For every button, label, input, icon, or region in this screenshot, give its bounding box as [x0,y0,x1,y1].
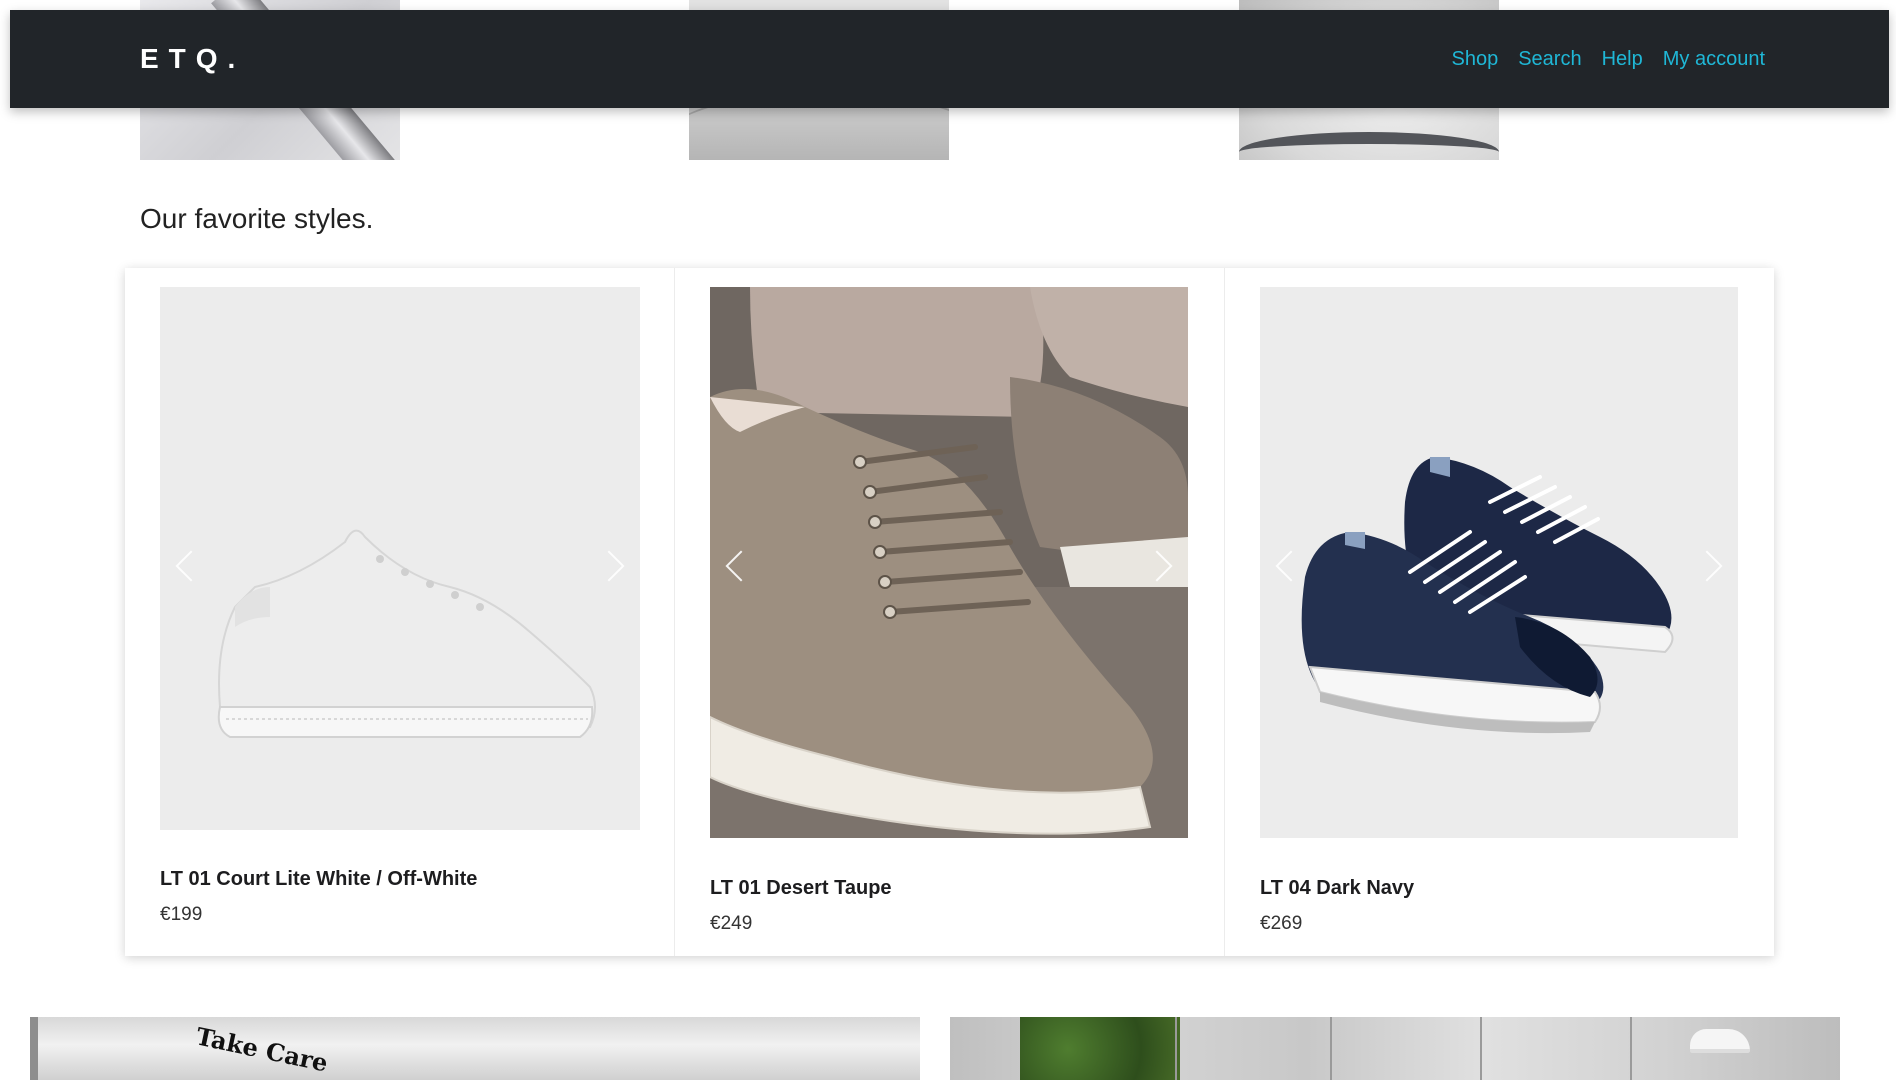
product-card[interactable]: LT 04 Dark Navy €269 [1225,268,1774,956]
product-price: €199 [160,904,203,925]
brand-logo[interactable]: ETQ. [140,43,245,75]
top-navbar: ETQ. Shop Search Help My account [10,10,1889,108]
section-title: Our favorite styles. [140,203,374,234]
thumbnail-detail [1239,132,1499,160]
nav-account-link[interactable]: My account [1663,48,1765,71]
product-name[interactable]: LT 04 Dark Navy [1260,877,1414,900]
nav-shop-link[interactable]: Shop [1452,48,1499,71]
promo-banner-left[interactable]: Take Care [30,1017,920,1080]
banner-detail [1175,1017,1177,1080]
product-name[interactable]: LT 01 Court Lite White / Off-White [160,868,477,891]
product-price: €269 [1260,913,1303,934]
product-card[interactable]: LT 01 Desert Taupe €249 [675,268,1225,956]
banner-detail [1330,1017,1332,1080]
nav-search-link[interactable]: Search [1518,48,1581,71]
product-image[interactable] [160,287,640,830]
plant-wall-image [1020,1017,1180,1080]
taupe-sneaker-photo [710,287,1188,838]
promo-banner-right[interactable] [950,1017,1840,1080]
nav-help-link[interactable]: Help [1602,48,1643,71]
banner-detail [1630,1017,1632,1080]
product-image[interactable] [710,287,1188,838]
banner-detail [1480,1017,1482,1080]
white-sneaker-illustration [160,287,640,830]
product-grid: LT 01 Court Lite White / Off-White €199 [125,268,1774,956]
nav-links: Shop Search Help My account [1452,48,1766,71]
product-name[interactable]: LT 01 Desert Taupe [710,877,892,900]
product-card[interactable]: LT 01 Court Lite White / Off-White €199 [125,268,675,956]
product-price: €249 [710,913,753,934]
display-shoe-image [1690,1029,1750,1053]
product-image[interactable] [1260,287,1738,838]
banner-detail [30,1017,38,1080]
banner-logo-text: Take Care [193,1021,331,1078]
navy-sneakers-illustration [1260,287,1738,838]
